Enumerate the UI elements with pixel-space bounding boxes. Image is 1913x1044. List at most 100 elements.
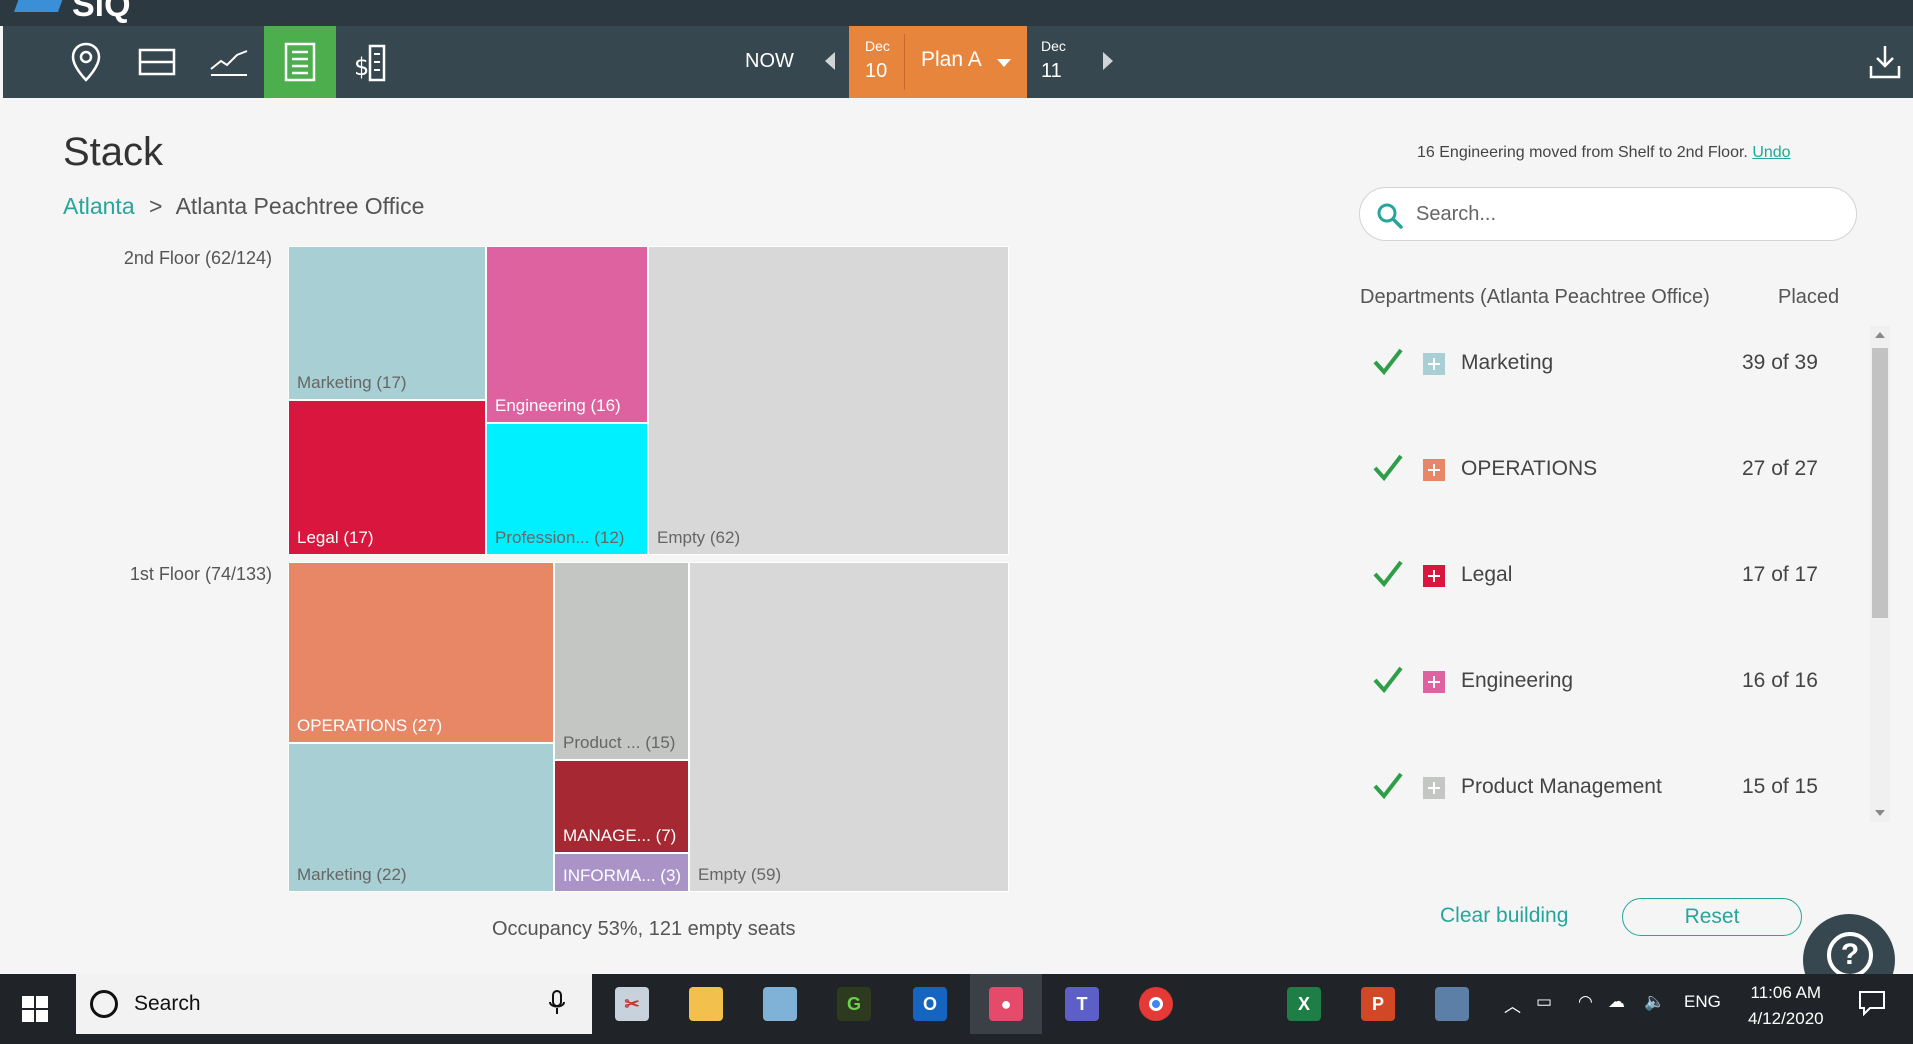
expand-plus-icon[interactable] xyxy=(1423,459,1445,481)
remote-icon[interactable] xyxy=(1416,974,1488,1034)
wifi-icon[interactable]: ◠ xyxy=(1578,992,1593,1012)
departments-header: Departments (Atlanta Peachtree Office) xyxy=(1360,286,1710,308)
cost-icon[interactable]: $ xyxy=(336,26,408,98)
department-placed: 39 of 39 xyxy=(1742,351,1818,374)
tile-empty-2nd[interactable]: Empty (62) xyxy=(648,246,1009,555)
battery-icon[interactable]: ▭ xyxy=(1536,992,1552,1012)
tile-marketing-2nd[interactable]: Marketing (17) xyxy=(288,246,486,400)
download-icon[interactable] xyxy=(1869,44,1901,85)
chrome-icon[interactable] xyxy=(1120,974,1192,1034)
tile-professional-2nd[interactable]: Profession... (12) xyxy=(486,423,648,555)
expand-plus-icon[interactable] xyxy=(1423,565,1445,587)
department-placed: 27 of 27 xyxy=(1742,457,1818,480)
tile-label: Marketing (22) xyxy=(297,865,407,884)
department-row[interactable]: Legal 17 of 17 xyxy=(1360,546,1840,606)
tile-label: OPERATIONS (27) xyxy=(297,716,443,735)
tile-label: INFORMA... (3) xyxy=(563,866,682,885)
siq-logo-icon xyxy=(13,0,67,12)
search-input[interactable] xyxy=(1416,200,1836,228)
next-date-arrow-icon[interactable] xyxy=(1103,52,1113,70)
plan-divider xyxy=(904,34,905,90)
scrollbar-thumb[interactable] xyxy=(1872,348,1888,618)
next-date-day[interactable]: 11 xyxy=(1041,60,1062,83)
location-icon[interactable] xyxy=(50,26,122,98)
department-name: Product Management xyxy=(1461,775,1662,798)
notepad-icon[interactable] xyxy=(744,974,816,1034)
department-row[interactable]: Product Management 15 of 15 xyxy=(1360,758,1840,818)
breadcrumb-current: Atlanta Peachtree Office xyxy=(175,193,425,219)
move-notice: 16 Engineering moved from Shelf to 2nd F… xyxy=(1417,144,1791,162)
department-search[interactable] xyxy=(1359,187,1857,241)
outlook-icon[interactable]: O xyxy=(894,974,966,1034)
powerpoint-icon[interactable]: P xyxy=(1342,974,1414,1034)
svg-text:$: $ xyxy=(354,53,369,81)
tile-marketing-1st[interactable]: Marketing (22) xyxy=(288,743,554,892)
windows-start-icon[interactable] xyxy=(22,996,48,1027)
undo-link[interactable]: Undo xyxy=(1752,144,1790,161)
department-placed: 17 of 17 xyxy=(1742,563,1818,586)
scroll-up-icon[interactable] xyxy=(1875,332,1885,338)
breadcrumb-link-atlanta[interactable]: Atlanta xyxy=(63,193,135,219)
tile-label: Empty (62) xyxy=(657,528,741,547)
department-name: Legal xyxy=(1461,563,1513,586)
expand-plus-icon[interactable] xyxy=(1423,671,1445,693)
clock-time: 11:06 AM xyxy=(1750,983,1822,1002)
department-row[interactable]: OPERATIONS 27 of 27 xyxy=(1360,440,1840,500)
taskbar-clock[interactable]: 11:06 AM 4/12/2020 xyxy=(1748,980,1824,1032)
snipping-icon[interactable]: ✂ xyxy=(596,974,668,1034)
department-row[interactable]: Marketing 39 of 39 xyxy=(1360,334,1840,394)
expand-plus-icon[interactable] xyxy=(1423,777,1445,799)
teams-icon[interactable]: T xyxy=(1046,974,1118,1034)
greenshot-icon[interactable]: G xyxy=(818,974,890,1034)
app-toolbar: $ NOW Dec 10 Plan A Dec 11 xyxy=(3,26,1913,98)
clear-building-button[interactable]: Clear building xyxy=(1440,904,1568,928)
tile-empty-1st[interactable]: Empty (59) xyxy=(689,562,1009,892)
taskbar-search[interactable]: Search xyxy=(76,974,592,1034)
department-placed: 16 of 16 xyxy=(1742,669,1818,692)
search-icon xyxy=(1376,202,1404,235)
notifications-icon[interactable] xyxy=(1858,990,1886,1021)
floor-label-2nd: 2nd Floor (62/124) xyxy=(123,248,272,268)
tile-product-1st[interactable]: Product ... (15) xyxy=(554,562,689,760)
plan-label[interactable]: Plan A xyxy=(921,48,982,72)
volume-icon[interactable]: 🔈 xyxy=(1644,992,1665,1012)
expand-plus-icon[interactable] xyxy=(1423,353,1445,375)
reset-button[interactable]: Reset xyxy=(1622,898,1802,936)
prev-date-arrow-icon[interactable] xyxy=(825,52,835,70)
tile-label: Marketing (17) xyxy=(297,373,407,392)
current-date-day: 10 xyxy=(865,60,888,82)
tile-label: Profession... (12) xyxy=(495,528,625,547)
breadcrumb: Atlanta > Atlanta Peachtree Office xyxy=(63,193,424,220)
floors-icon[interactable] xyxy=(121,26,193,98)
stack-icon[interactable] xyxy=(264,26,336,98)
tile-information-1st[interactable]: INFORMA... (3) xyxy=(554,853,689,892)
breadcrumb-separator: > xyxy=(149,193,163,219)
now-button[interactable]: NOW xyxy=(745,50,794,73)
taskbar-search-label: Search xyxy=(134,992,201,1015)
current-date-month: Dec xyxy=(865,38,890,54)
department-name: Engineering xyxy=(1461,669,1574,692)
scroll-down-icon[interactable] xyxy=(1875,810,1885,816)
tile-operations-1st[interactable]: OPERATIONS (27) xyxy=(288,562,554,743)
check-icon xyxy=(1372,558,1404,593)
excel-icon[interactable]: X xyxy=(1268,974,1340,1034)
tile-engineering-2nd[interactable]: Engineering (16) xyxy=(486,246,648,423)
department-row[interactable]: Engineering 16 of 16 xyxy=(1360,652,1840,712)
department-list-scrollbar[interactable] xyxy=(1870,326,1890,822)
show-hidden-icons-icon[interactable]: ︿ xyxy=(1504,992,1521,1017)
language-indicator[interactable]: ENG xyxy=(1684,992,1721,1012)
tile-label: Product ... (15) xyxy=(563,733,676,752)
plan-selector[interactable]: Dec 10 Plan A xyxy=(849,26,1027,98)
microphone-icon[interactable] xyxy=(549,990,565,1021)
tile-legal-2nd[interactable]: Legal (17) xyxy=(288,400,486,555)
file-explorer-icon[interactable] xyxy=(670,974,742,1034)
next-date-month[interactable]: Dec xyxy=(1041,38,1066,54)
tile-management-1st[interactable]: MANAGE... (7) xyxy=(554,760,689,853)
tile-label: Empty (59) xyxy=(698,865,782,884)
windows-taskbar: Search ✂ G O ● T X P ︿ ▭ ◠ ☁ 🔈 ENG 11:06… xyxy=(0,974,1913,1044)
chart-icon[interactable] xyxy=(193,26,265,98)
camera-icon[interactable]: ● xyxy=(970,974,1042,1034)
chevron-down-icon[interactable] xyxy=(997,59,1011,67)
onedrive-icon[interactable]: ☁ xyxy=(1608,992,1625,1012)
department-name: OPERATIONS xyxy=(1461,457,1598,480)
